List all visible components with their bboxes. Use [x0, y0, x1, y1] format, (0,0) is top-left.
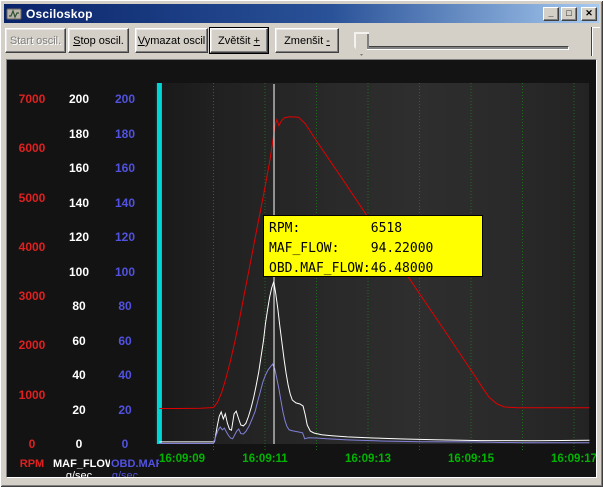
y-tick-RPM: 0 [17, 437, 47, 451]
y-tick-MAF_FLOW: 200 [63, 92, 95, 106]
obd-axis-label: OBD.MAF_FLOW [111, 458, 159, 470]
zoom-in-button[interactable]: Zvětšit + [210, 28, 268, 53]
y-tick-OBD.MAF_FLOW: 20 [109, 403, 141, 417]
tooltip-line-rpm: RPM: 6518 [269, 219, 482, 239]
y-tick-OBD.MAF_FLOW: 60 [109, 334, 141, 348]
x-tick-label: 16:09:13 [338, 453, 398, 466]
y-tick-MAF_FLOW: 40 [63, 368, 95, 382]
close-button[interactable]: ✕ [581, 7, 597, 21]
y-tick-RPM: 2000 [17, 338, 47, 352]
zoom-slider-thumb[interactable] [354, 32, 369, 56]
rpm-axis-label: RPM [17, 458, 47, 470]
y-tick-MAF_FLOW: 100 [63, 265, 95, 279]
oscilloscope-window: Osciloskop _ □ ✕ Start oscil. Stop oscil… [0, 0, 603, 487]
stop-oscil-button[interactable]: Stop oscil. [68, 28, 129, 53]
y-tick-MAF_FLOW: 20 [63, 403, 95, 417]
x-tick-label: 16:09:17 [544, 453, 597, 466]
y-tick-OBD.MAF_FLOW: 160 [109, 161, 141, 175]
chart-tooltip: RPM: 6518MAF_FLOW: 94.22000OBD.MAF_FLOW:… [263, 215, 483, 277]
minimize-button[interactable]: _ [543, 7, 559, 21]
x-tick-label: 16:09:09 [159, 453, 219, 466]
y-tick-OBD.MAF_FLOW: 140 [109, 196, 141, 210]
maf-axis-unit: g/sec [63, 470, 95, 478]
y-tick-OBD.MAF_FLOW: 200 [109, 92, 141, 106]
title-bar[interactable]: Osciloskop _ □ ✕ [4, 4, 599, 23]
maf-axis-label: MAF_FLOW [53, 458, 110, 470]
oscilloscope-panel: 0100020003000400050006000700002040608010… [6, 59, 597, 478]
series-OBD.MAF_FLOW [159, 364, 589, 444]
y-tick-MAF_FLOW: 80 [63, 299, 95, 313]
y-tick-RPM: 6000 [17, 141, 47, 155]
y-tick-OBD.MAF_FLOW: 40 [109, 368, 141, 382]
y-tick-RPM: 7000 [17, 92, 47, 106]
tooltip-line-maf: MAF_FLOW: 94.22000 [269, 239, 482, 259]
y-tick-MAF_FLOW: 120 [63, 230, 95, 244]
y-tick-RPM: 4000 [17, 240, 47, 254]
obd-axis-unit: g/sec [109, 470, 141, 478]
y-tick-OBD.MAF_FLOW: 80 [109, 299, 141, 313]
window-title: Osciloskop [26, 7, 541, 21]
y-tick-MAF_FLOW: 180 [63, 127, 95, 141]
maximize-button[interactable]: □ [561, 7, 577, 21]
y-tick-MAF_FLOW: 0 [63, 437, 95, 451]
y-tick-RPM: 5000 [17, 191, 47, 205]
app-icon [6, 6, 22, 22]
x-tick-label: 16:09:15 [441, 453, 501, 466]
y-tick-OBD.MAF_FLOW: 120 [109, 230, 141, 244]
clipped-button-sliver [591, 27, 600, 56]
y-tick-RPM: 3000 [17, 289, 47, 303]
zoom-slider-track[interactable] [362, 46, 569, 50]
x-tick-label: 16:09:11 [235, 453, 295, 466]
start-oscil-button[interactable]: Start oscil. [5, 28, 66, 53]
y-tick-RPM: 1000 [17, 388, 47, 402]
series-MAF_FLOW [159, 282, 589, 442]
tooltip-line-obd: OBD.MAF_FLOW:46.48000 [269, 259, 482, 279]
y-tick-OBD.MAF_FLOW: 180 [109, 127, 141, 141]
y-tick-MAF_FLOW: 160 [63, 161, 95, 175]
clear-oscil-button[interactable]: Vymazat oscil [135, 28, 208, 53]
y-tick-MAF_FLOW: 60 [63, 334, 95, 348]
y-tick-MAF_FLOW: 140 [63, 196, 95, 210]
y-tick-OBD.MAF_FLOW: 100 [109, 265, 141, 279]
zoom-out-button[interactable]: Zmenšit - [275, 28, 339, 53]
y-tick-OBD.MAF_FLOW: 0 [109, 437, 141, 451]
